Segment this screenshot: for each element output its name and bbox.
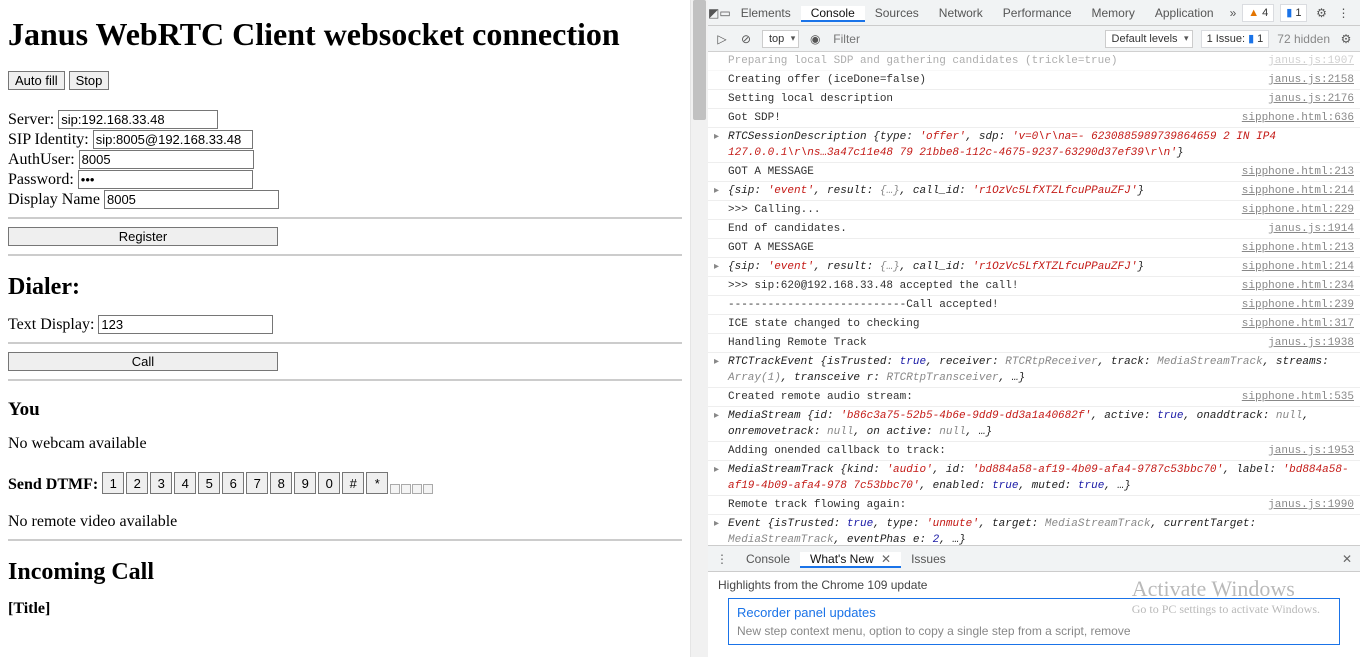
console-log[interactable]: Creating offer (iceDone=false)janus.js:2… [708, 71, 1360, 90]
console-log[interactable]: ▸{sip: 'event', result: {…}, call_id: 'r… [708, 182, 1360, 201]
send-dtmf-label: Send DTMF: [8, 476, 98, 494]
stop-button[interactable]: Stop [69, 71, 110, 90]
drawer-kebab-icon[interactable]: ⋮ [708, 552, 736, 566]
tab-memory[interactable]: Memory [1082, 6, 1145, 20]
drawer-tab-what-s-new[interactable]: What's New ✕ [800, 552, 901, 568]
authuser-label: AuthUser: [8, 151, 75, 168]
incoming-heading: Incoming Call [8, 559, 682, 586]
dtmf-extra[interactable] [401, 484, 411, 494]
console-log[interactable]: Handling Remote Trackjanus.js:1938 [708, 334, 1360, 353]
console-log[interactable]: Got SDP!sipphone.html:636 [708, 109, 1360, 128]
tab-network[interactable]: Network [929, 6, 993, 20]
dtmf-*[interactable]: * [366, 472, 388, 494]
console-log[interactable]: ▸{sip: 'event', result: {…}, call_id: 'r… [708, 258, 1360, 277]
console-log[interactable]: ▸RTCTrackEvent {isTrusted: true, receive… [708, 353, 1360, 388]
eye-icon[interactable]: ◉ [807, 31, 823, 47]
settings-gear-icon[interactable]: ⚙ [1338, 31, 1354, 47]
display-input[interactable] [104, 190, 279, 209]
dtmf-6[interactable]: 6 [222, 472, 244, 494]
server-label: Server: [8, 111, 54, 128]
dtmf-3[interactable]: 3 [150, 472, 172, 494]
info-badge[interactable]: ▮1 [1280, 4, 1307, 22]
console-log[interactable]: GOT A MESSAGEsipphone.html:213 [708, 239, 1360, 258]
console-log[interactable]: Remote track flowing again:janus.js:1990 [708, 496, 1360, 515]
dtmf-#[interactable]: # [342, 472, 364, 494]
tab-sources[interactable]: Sources [865, 6, 929, 20]
dtmf-extra[interactable] [412, 484, 422, 494]
authuser-input[interactable] [79, 150, 254, 169]
clear-console-icon[interactable]: ⊘ [738, 31, 754, 47]
drawer-tab-issues[interactable]: Issues [901, 552, 956, 566]
tab-performance[interactable]: Performance [993, 6, 1082, 20]
filter-input[interactable] [831, 31, 1096, 47]
page-title: Janus WebRTC Client websocket connection [8, 16, 682, 53]
console-log[interactable]: Preparing local SDP and gathering candid… [708, 52, 1360, 71]
dtmf-9[interactable]: 9 [294, 472, 316, 494]
inspect-icon[interactable]: ◩ [708, 5, 719, 21]
console-log[interactable]: ICE state changed to checkingsipphone.ht… [708, 315, 1360, 334]
play-icon[interactable]: ▷ [714, 31, 730, 47]
tab-application[interactable]: Application [1145, 6, 1224, 20]
dtmf-4[interactable]: 4 [174, 472, 196, 494]
display-label: Display Name [8, 191, 100, 208]
panel-text: New step context menu, option to copy a … [737, 624, 1331, 638]
device-icon[interactable]: ▭ [719, 5, 730, 21]
windows-watermark: Activate Windows Go to PC settings to ac… [1132, 576, 1320, 617]
textdisplay-input[interactable] [98, 315, 273, 334]
console-log[interactable]: Setting local descriptionjanus.js:2176 [708, 90, 1360, 109]
dtmf-extra[interactable] [390, 484, 400, 494]
console-log[interactable]: ▸MediaStreamTrack {kind: 'audio', id: 'b… [708, 461, 1360, 496]
no-remote-text: No remote video available [8, 513, 682, 531]
drawer-tab-console[interactable]: Console [736, 552, 800, 566]
tabs-more-icon[interactable]: » [1224, 0, 1243, 26]
devtools-tabs: ◩ ▭ ElementsConsoleSourcesNetworkPerform… [708, 0, 1360, 26]
drawer-close-icon[interactable]: ✕ [1334, 552, 1360, 566]
sipid-label: SIP Identity: [8, 131, 89, 148]
textdisplay-label: Text Display: [8, 316, 94, 333]
context-select[interactable]: top [762, 30, 799, 48]
console-log[interactable]: ▸Event {isTrusted: true, type: 'unmute',… [708, 515, 1360, 545]
warnings-badge[interactable]: ▲4 [1242, 4, 1274, 22]
console-log[interactable]: Created remote audio stream:sipphone.htm… [708, 388, 1360, 407]
kebab-icon[interactable]: ⋮ [1335, 5, 1351, 21]
dtmf-8[interactable]: 8 [270, 472, 292, 494]
dtmf-7[interactable]: 7 [246, 472, 268, 494]
console-log[interactable]: >>> sip:620@192.168.33.48 accepted the c… [708, 277, 1360, 296]
server-input[interactable] [58, 110, 218, 129]
dtmf-extra[interactable] [423, 484, 433, 494]
page-content: Janus WebRTC Client websocket connection… [0, 0, 690, 657]
you-heading: You [8, 399, 682, 421]
sipid-input[interactable] [93, 130, 253, 149]
console-log[interactable]: >>> Calling...sipphone.html:229 [708, 201, 1360, 220]
console-log[interactable]: ---------------------------Call accepted… [708, 296, 1360, 315]
title-placeholder: [Title] [8, 600, 50, 617]
dtmf-0[interactable]: 0 [318, 472, 340, 494]
autofill-button[interactable]: Auto fill [8, 71, 65, 90]
console-log[interactable]: ▸MediaStream {id: 'b86c3a75-52b5-4b6e-9d… [708, 407, 1360, 442]
dtmf-2[interactable]: 2 [126, 472, 148, 494]
password-label: Password: [8, 171, 74, 188]
issues-badge[interactable]: 1 Issue: ▮1 [1201, 30, 1270, 48]
register-button[interactable]: Register [8, 227, 278, 246]
console-log[interactable]: Adding onended callback to track:janus.j… [708, 442, 1360, 461]
dtmf-5[interactable]: 5 [198, 472, 220, 494]
hidden-count: 72 hidden [1277, 32, 1330, 46]
password-input[interactable] [78, 170, 253, 189]
dtmf-1[interactable]: 1 [102, 472, 124, 494]
tab-console[interactable]: Console [801, 6, 865, 22]
levels-select[interactable]: Default levels [1105, 30, 1193, 48]
no-webcam-text: No webcam available [8, 435, 682, 453]
console-log[interactable]: ▸RTCSessionDescription {type: 'offer', s… [708, 128, 1360, 163]
dialer-heading: Dialer: [8, 274, 682, 301]
console-log[interactable]: GOT A MESSAGEsipphone.html:213 [708, 163, 1360, 182]
console-log[interactable]: End of candidates.janus.js:1914 [708, 220, 1360, 239]
console-log-list[interactable]: Preparing local SDP and gathering candid… [708, 52, 1360, 545]
devtools-panel: ◩ ▭ ElementsConsoleSourcesNetworkPerform… [708, 0, 1360, 657]
page-scrollbar[interactable] [690, 0, 708, 657]
settings-icon[interactable]: ⚙ [1313, 5, 1329, 21]
tab-elements[interactable]: Elements [731, 6, 801, 20]
call-button[interactable]: Call [8, 352, 278, 371]
